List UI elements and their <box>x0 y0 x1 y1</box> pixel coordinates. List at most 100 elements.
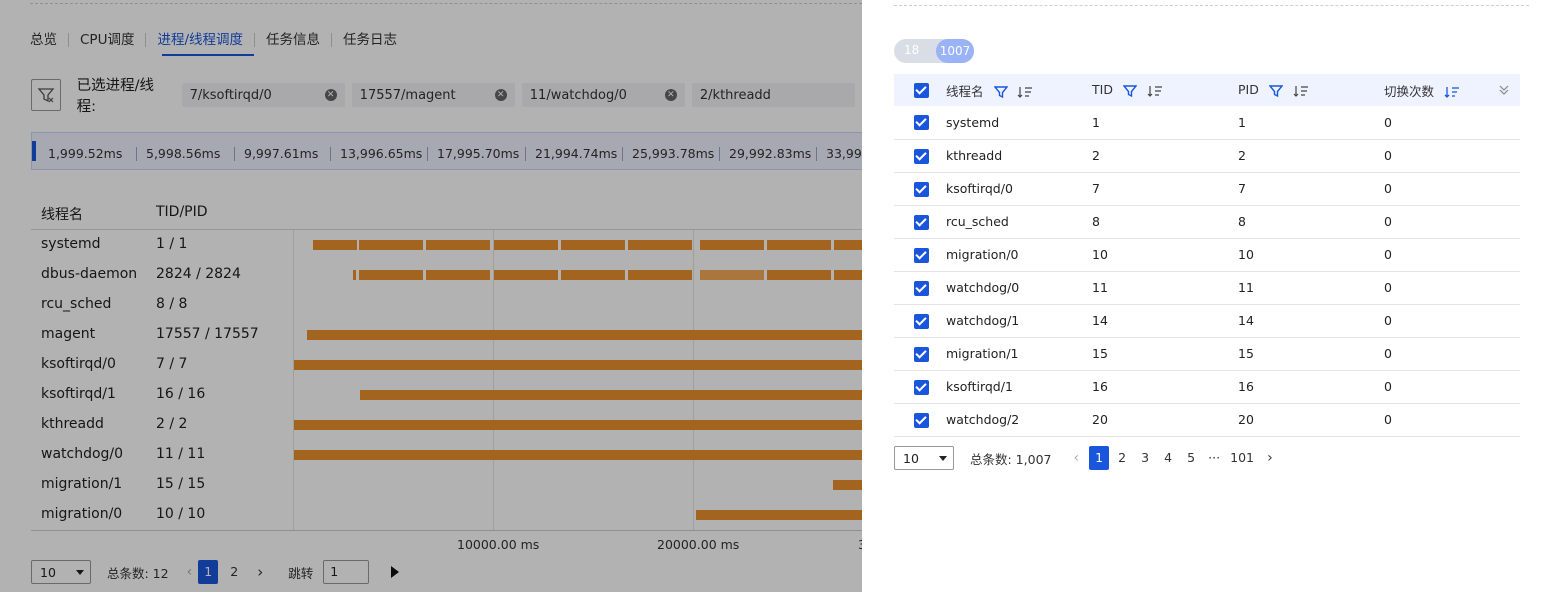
toggle-option-right[interactable]: 1007 <box>936 39 974 63</box>
table-row[interactable]: ksoftirqd/0 7 7 0 <box>894 172 1520 206</box>
schedule-bar[interactable] <box>360 390 862 400</box>
schedule-bar[interactable] <box>426 240 490 250</box>
filter-icon[interactable] <box>1122 84 1137 98</box>
schedule-bar[interactable] <box>294 450 862 460</box>
timeline-overview[interactable]: 1,999.52ms 5,998.56ms 9,997.61ms 13,996.… <box>31 132 862 170</box>
page-1[interactable]: 1 <box>198 560 219 584</box>
table-row[interactable]: systemd 1 1 0 <box>894 106 1520 140</box>
table-row[interactable]: ksoftirqd/1 16 16 0 <box>894 370 1520 404</box>
tab-task-info[interactable]: 任务信息 <box>254 33 331 47</box>
row-checkbox[interactable] <box>914 313 929 329</box>
col-tid: TID <box>1092 74 1238 106</box>
sort-desc-icon[interactable] <box>1444 85 1460 99</box>
timeline-tick: 29,992.83ms <box>729 146 812 161</box>
chip-label: 2/kthreadd <box>699 87 771 103</box>
cell-tid: 20 <box>1092 403 1238 437</box>
table-row[interactable]: kthreadd 2 2 0 <box>894 139 1520 173</box>
table-row[interactable]: migration/0 10 10 0 <box>894 238 1520 272</box>
view-toggle[interactable]: 18 1007 <box>894 39 974 63</box>
page-last[interactable]: 101 <box>1227 446 1257 470</box>
thread-name: magent <box>41 326 96 342</box>
filter-icon[interactable] <box>1268 84 1283 98</box>
row-checkbox[interactable] <box>914 148 929 164</box>
tab-process-thread-scheduling[interactable]: 进程/线程调度 <box>145 33 254 47</box>
schedule-bar[interactable] <box>561 270 625 280</box>
page-2[interactable]: 2 <box>224 560 244 584</box>
page-2[interactable]: 2 <box>1112 446 1132 470</box>
filter-icon[interactable] <box>993 85 1008 99</box>
play-icon[interactable] <box>391 566 400 578</box>
table-row[interactable]: watchdog/2 20 20 0 <box>894 403 1520 437</box>
next-page-icon[interactable]: › <box>250 560 270 584</box>
table-row[interactable]: watchdog/0 11 11 0 <box>894 271 1520 305</box>
schedule-bar[interactable] <box>767 240 831 250</box>
cell-thread-name: watchdog/0 <box>946 271 1092 305</box>
row-checkbox[interactable] <box>914 247 929 263</box>
page-size-select[interactable]: 10 <box>894 446 954 470</box>
thread-tid: 15 / 15 <box>156 476 206 492</box>
schedule-bar[interactable] <box>294 420 862 430</box>
page-5[interactable]: 5 <box>1181 446 1201 470</box>
schedule-bar[interactable] <box>628 240 692 250</box>
schedule-bar[interactable] <box>628 270 692 280</box>
prev-page-icon[interactable]: ‹ <box>1073 450 1079 466</box>
row-checkbox[interactable] <box>914 115 929 131</box>
row-checkbox[interactable] <box>914 181 929 197</box>
page-4[interactable]: 4 <box>1158 446 1178 470</box>
schedule-bar[interactable] <box>426 270 490 280</box>
sort-icon[interactable] <box>1017 85 1033 99</box>
schedule-bar[interactable] <box>359 240 423 250</box>
thread-name: migration/1 <box>41 476 123 492</box>
filter-button[interactable] <box>31 79 61 111</box>
sort-icon[interactable] <box>1147 84 1163 98</box>
toggle-option-left[interactable]: 18 <box>904 43 919 57</box>
cell-tid: 2 <box>1092 139 1238 173</box>
select-all-checkbox[interactable] <box>914 83 929 98</box>
timeline-start-marker[interactable] <box>32 141 36 161</box>
schedule-bar[interactable] <box>834 270 862 280</box>
cell-switches: 0 <box>1384 370 1520 404</box>
schedule-bar[interactable] <box>696 510 862 520</box>
close-icon[interactable]: ✕ <box>664 89 677 101</box>
tab-task-log[interactable]: 任务日志 <box>331 33 408 47</box>
schedule-bar-highlighted[interactable] <box>700 270 764 280</box>
expand-columns-icon[interactable] <box>1498 84 1510 96</box>
tab-cpu-scheduling[interactable]: CPU调度 <box>68 33 145 47</box>
page-3[interactable]: 3 <box>1135 446 1155 470</box>
row-checkbox[interactable] <box>914 412 929 428</box>
col-switches-label: 切换次数 <box>1384 83 1435 99</box>
schedule-bar[interactable] <box>294 360 862 370</box>
page-ellipsis[interactable]: ··· <box>1204 446 1224 470</box>
table-row[interactable]: rcu_sched 8 8 0 <box>894 205 1520 239</box>
schedule-bar[interactable] <box>494 240 558 250</box>
cell-thread-name: migration/0 <box>946 238 1092 272</box>
schedule-bar[interactable] <box>561 240 625 250</box>
prev-page-icon[interactable]: ‹ <box>187 564 193 580</box>
schedule-bar[interactable] <box>834 240 862 250</box>
schedule-bar[interactable] <box>353 270 356 280</box>
row-checkbox[interactable] <box>914 379 929 395</box>
next-page-icon[interactable]: › <box>1267 450 1273 466</box>
page-size-select[interactable]: 10 <box>31 560 91 584</box>
schedule-bar[interactable] <box>313 240 357 250</box>
schedule-bar[interactable] <box>767 270 831 280</box>
page-1[interactable]: 1 <box>1089 446 1110 470</box>
row-checkbox[interactable] <box>914 214 929 230</box>
schedule-bar[interactable] <box>307 330 862 340</box>
schedule-bar[interactable] <box>359 270 423 280</box>
sort-icon[interactable] <box>1293 84 1309 98</box>
close-icon[interactable]: ✕ <box>494 89 507 101</box>
close-icon[interactable]: ✕ <box>324 89 337 101</box>
thread-name: ksoftirqd/1 <box>41 386 116 402</box>
schedule-bar[interactable] <box>833 480 862 490</box>
schedule-bar[interactable] <box>700 240 764 250</box>
row-checkbox[interactable] <box>914 346 929 362</box>
row-checkbox[interactable] <box>914 280 929 296</box>
table-row[interactable]: watchdog/1 14 14 0 <box>894 304 1520 338</box>
jump-input[interactable]: 1 <box>323 560 370 584</box>
tab-overview[interactable]: 总览 <box>30 33 68 47</box>
timeline-tick: 25,993.78ms <box>632 146 715 161</box>
schedule-bar[interactable] <box>494 270 558 280</box>
table-row[interactable]: migration/1 15 15 0 <box>894 337 1520 371</box>
table-header-row: 线程名 TID PID 切换次数 <box>894 74 1520 106</box>
